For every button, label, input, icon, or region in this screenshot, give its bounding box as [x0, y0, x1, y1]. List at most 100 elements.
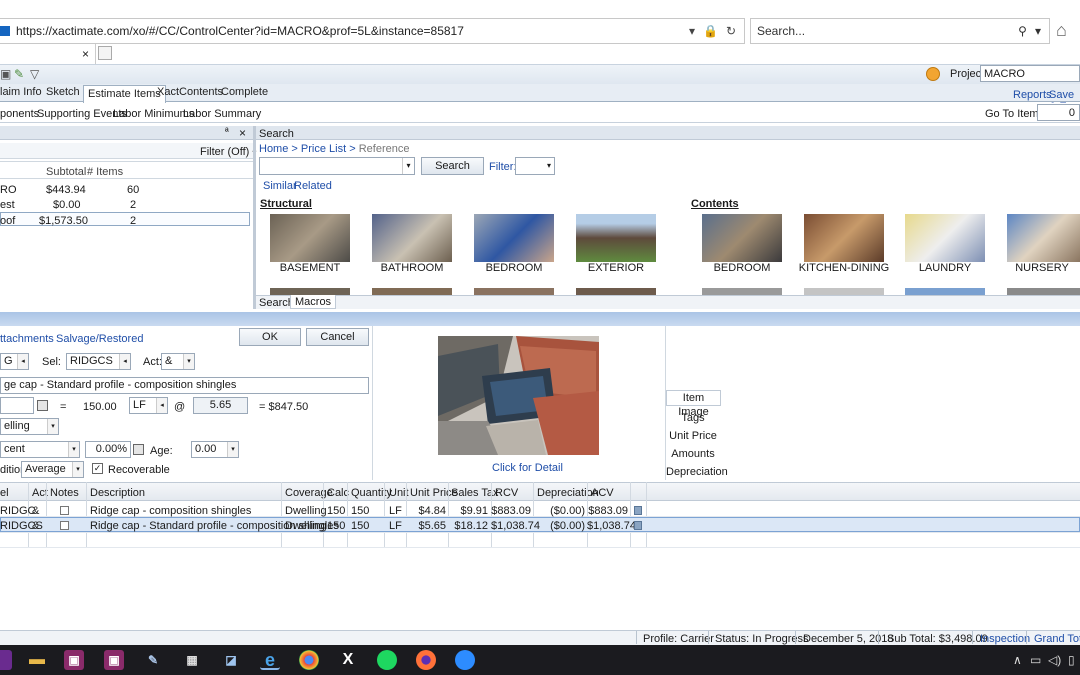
address-bar[interactable]: https://xactimate.com/xo/#/CC/ControlCen… [0, 18, 745, 44]
chevron-up-icon[interactable]: ∧ [1013, 653, 1022, 667]
inspection-link[interactable]: Inspection [980, 633, 1030, 645]
goto-input[interactable]: 0 [1037, 104, 1080, 121]
panel-splitter[interactable] [253, 126, 256, 309]
notes-icon[interactable] [60, 521, 69, 530]
row1-calc[interactable]: 150 [327, 505, 345, 517]
recoverable-checkbox[interactable]: ✓ [92, 463, 103, 474]
breadcrumb-price-list[interactable]: Price List [301, 143, 346, 155]
row1-unit-price[interactable]: $4.84 [406, 505, 446, 517]
reports-link[interactable]: Reports [1013, 89, 1052, 101]
save-icon[interactable]: ▣ [0, 67, 11, 81]
thumb-row2[interactable] [474, 288, 554, 295]
calculator-icon[interactable] [37, 400, 48, 411]
unit-select[interactable]: LF ◂ [129, 397, 168, 414]
row1-act[interactable]: & [32, 505, 39, 517]
xactimate-icon[interactable]: X [338, 650, 358, 670]
cube-icon[interactable] [634, 506, 642, 515]
col-sel[interactable]: el [0, 487, 9, 499]
tab-item-image[interactable]: Item Image [666, 390, 721, 418]
spotify-icon[interactable] [377, 650, 397, 670]
tab-complete[interactable]: Complete [221, 86, 268, 98]
row1-sel[interactable]: RIDGC [0, 505, 35, 517]
url-text[interactable]: https://xactimate.com/xo/#/CC/ControlCen… [16, 24, 689, 38]
tab-macros[interactable]: Macros [290, 295, 337, 309]
internet-explorer-icon[interactable]: e [260, 650, 280, 670]
similar-link[interactable]: Similar [263, 180, 297, 192]
thumb-row2[interactable] [702, 288, 782, 295]
col-depreciation[interactable]: Depreciation [537, 487, 599, 499]
tab-xactcontents[interactable]: XactContents [157, 86, 223, 98]
sel-select[interactable]: RIDGCS ◂ [66, 353, 131, 370]
cube-icon[interactable] [634, 521, 642, 530]
tab-tags[interactable]: Tags [666, 412, 720, 424]
thumb-row2[interactable] [372, 288, 452, 295]
breadcrumb-home[interactable]: Home [259, 143, 288, 155]
notes-icon[interactable] [60, 506, 69, 515]
row1-description[interactable]: Ridge cap - composition shingles [90, 505, 251, 517]
tab-amounts[interactable]: Amounts [666, 448, 720, 460]
browser-search-box[interactable]: Search... ⚲ ▾ [750, 18, 1050, 44]
col-acv[interactable]: ACV [591, 487, 614, 499]
row2-act[interactable]: & [32, 520, 39, 532]
thumb-laundry[interactable] [905, 214, 985, 262]
volume-icon[interactable]: ◁) [1048, 653, 1061, 667]
thumb-kitchen-dining[interactable] [804, 214, 884, 262]
row2-quantity[interactable]: 150 [351, 520, 369, 532]
network-icon[interactable]: ▯ [1068, 653, 1075, 667]
row2-calc[interactable]: 150 [327, 520, 345, 532]
tab-depreciation[interactable]: Depreciation [666, 466, 728, 478]
new-tab-button[interactable] [98, 46, 112, 60]
home-icon[interactable]: ⌂ [1056, 20, 1067, 41]
age-select[interactable]: 0.00 ▾ [191, 441, 239, 458]
col-subtotal[interactable]: Subtotal [46, 166, 86, 178]
notepad-icon[interactable]: ◪ [221, 650, 241, 670]
row2-unit[interactable]: LF [389, 520, 402, 532]
col-items[interactable]: # Items [87, 166, 123, 178]
refresh-icon[interactable]: ↻ [726, 24, 736, 38]
row2-unit-price[interactable]: $5.65 [406, 520, 446, 532]
calculator-icon[interactable] [133, 444, 144, 455]
thumb-row2[interactable] [905, 288, 985, 295]
filter-select[interactable]: ▾ [515, 157, 555, 175]
coverage-select[interactable]: elling ▾ [0, 418, 59, 435]
pin-icon[interactable]: ª [225, 127, 229, 138]
col-quantity[interactable]: Quantity [351, 487, 392, 499]
tax-select[interactable]: cent ▾ [0, 441, 80, 458]
project-field[interactable]: MACRO [980, 65, 1080, 82]
zoom-icon[interactable] [455, 650, 475, 670]
close-icon[interactable]: × [239, 126, 246, 140]
description-input[interactable]: ge cap - Standard profile - composition … [0, 377, 369, 394]
subtab-labor-summary[interactable]: Labor Summary [183, 108, 261, 120]
search-input[interactable]: Search... [757, 24, 1018, 38]
col-coverage[interactable]: Coverage [285, 487, 333, 499]
browser-tab[interactable]: × [0, 44, 96, 64]
thumb-basement[interactable] [270, 214, 350, 262]
file-explorer-icon[interactable]: ▬ [27, 650, 47, 670]
row1-unit[interactable]: LF [389, 505, 402, 517]
thumb-bedroom[interactable] [474, 214, 554, 262]
tab-claim-info[interactable]: laim Info [0, 86, 42, 98]
col-calc[interactable]: Calc [327, 487, 349, 499]
tab-sketch[interactable]: Sketch [46, 86, 80, 98]
quantity-calc-input[interactable] [0, 397, 34, 414]
filter-dropdown[interactable]: Filter (Off) ▾ [200, 146, 256, 158]
search-button[interactable]: Search [421, 157, 484, 175]
item-image[interactable] [438, 336, 599, 455]
row2-coverage[interactable]: Dwelling [285, 520, 327, 532]
thumb-bathroom[interactable] [372, 214, 452, 262]
dropdown-icon[interactable]: ▾ [689, 24, 695, 38]
ok-button[interactable]: OK [239, 328, 301, 346]
grand-total-link[interactable]: Grand Total: [1034, 633, 1080, 645]
percent-input[interactable]: 0.00% [85, 441, 131, 458]
thumb-row2[interactable] [576, 288, 656, 295]
col-description[interactable]: Description [90, 487, 145, 499]
battery-icon[interactable]: ▭ [1030, 653, 1041, 667]
thumb-nursery[interactable] [1007, 214, 1080, 262]
tool-icon[interactable]: ✎ [14, 67, 24, 81]
level-name[interactable]: est [0, 199, 15, 211]
col-rcv[interactable]: RCV [495, 487, 518, 499]
subtab-components[interactable]: ponents [0, 108, 39, 120]
level-name[interactable]: oof [0, 215, 15, 227]
chrome-icon[interactable] [299, 650, 319, 670]
salvage-restored-link[interactable]: Salvage/Restored [56, 333, 143, 345]
